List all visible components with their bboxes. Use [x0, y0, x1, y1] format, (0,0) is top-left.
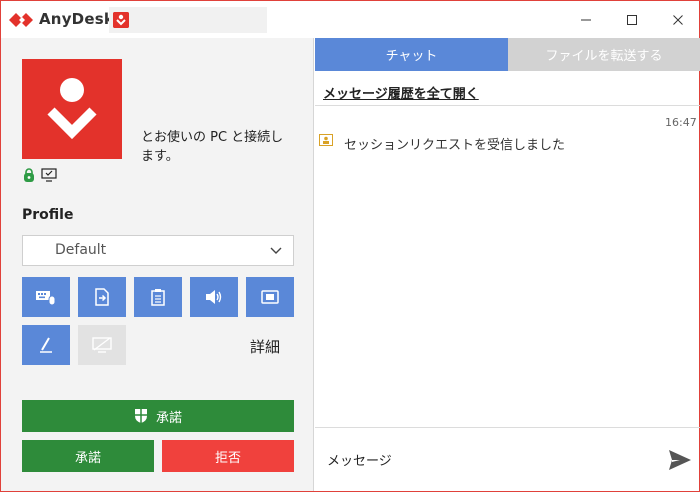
- speaker-icon: [206, 290, 222, 304]
- monitor-check-icon: [41, 168, 57, 182]
- accept-elevated-label: 承諾: [155, 410, 182, 426]
- tab-chat[interactable]: チャット: [315, 38, 508, 71]
- permission-sound[interactable]: [190, 277, 238, 317]
- message-timestamp: 16:47: [665, 116, 697, 129]
- user-avatar: [22, 59, 122, 159]
- minimize-button[interactable]: [563, 1, 609, 38]
- clipboard-icon: [151, 289, 165, 306]
- close-button[interactable]: [655, 1, 700, 38]
- permission-keyboard-mouse[interactable]: [22, 277, 70, 317]
- permission-file-transfer[interactable]: [78, 277, 126, 317]
- app-title: AnyDesk: [39, 10, 114, 28]
- details-link[interactable]: 詳細: [250, 336, 280, 357]
- system-message-icon: [319, 134, 333, 146]
- address-box[interactable]: [109, 7, 267, 33]
- minimize-icon: [581, 19, 591, 20]
- maximize-icon: [627, 14, 637, 25]
- status-icons: [23, 168, 57, 182]
- permission-lock-screen[interactable]: [78, 325, 126, 365]
- title-bar: AnyDesk: [1, 1, 699, 38]
- camera-icon: [261, 290, 279, 304]
- message-input[interactable]: [327, 449, 647, 473]
- tab-file-transfer[interactable]: ファイルを転送する: [508, 38, 700, 71]
- input-divider: [315, 427, 700, 428]
- chevron-down-icon: [270, 247, 282, 254]
- keyboard-mouse-icon: [36, 291, 56, 306]
- connect-message: とお使いの PC と接続します。: [141, 130, 284, 164]
- maximize-button[interactable]: [609, 1, 655, 38]
- permission-camera[interactable]: [246, 277, 294, 317]
- pen-icon: [40, 337, 52, 353]
- accept-button[interactable]: 承諾: [22, 440, 154, 472]
- send-icon[interactable]: [667, 448, 693, 472]
- profile-select[interactable]: Default: [22, 235, 294, 266]
- session-request-panel: とお使いの PC と接続します。 Profile Default 詳細 承諾 承…: [1, 38, 314, 491]
- address-input[interactable]: [133, 9, 263, 31]
- divider: [315, 105, 700, 106]
- anydesk-logo-icon: [9, 13, 33, 27]
- address-logo-icon: [113, 12, 129, 28]
- accept-elevated-button[interactable]: 承諾: [22, 400, 294, 432]
- profile-select-value: Default: [55, 242, 107, 258]
- anydesk-window: AnyDesk とお使いの PC と接続します。 Profile Default…: [0, 0, 700, 492]
- reject-button[interactable]: 拒否: [162, 440, 294, 472]
- permission-draw[interactable]: [22, 325, 70, 365]
- message-text: セッションリクエストを受信しました: [344, 138, 566, 153]
- screen-lock-icon: [92, 337, 112, 353]
- permission-clipboard[interactable]: [134, 277, 182, 317]
- profile-label: Profile: [22, 207, 74, 223]
- close-icon: [673, 14, 683, 25]
- open-history-link[interactable]: メッセージ履歴を全て開く: [323, 83, 479, 102]
- chat-tabs: チャット ファイルを転送する: [315, 38, 700, 71]
- shield-icon: [134, 409, 147, 423]
- file-transfer-icon: [95, 288, 109, 306]
- security-lock-icon: [24, 168, 34, 182]
